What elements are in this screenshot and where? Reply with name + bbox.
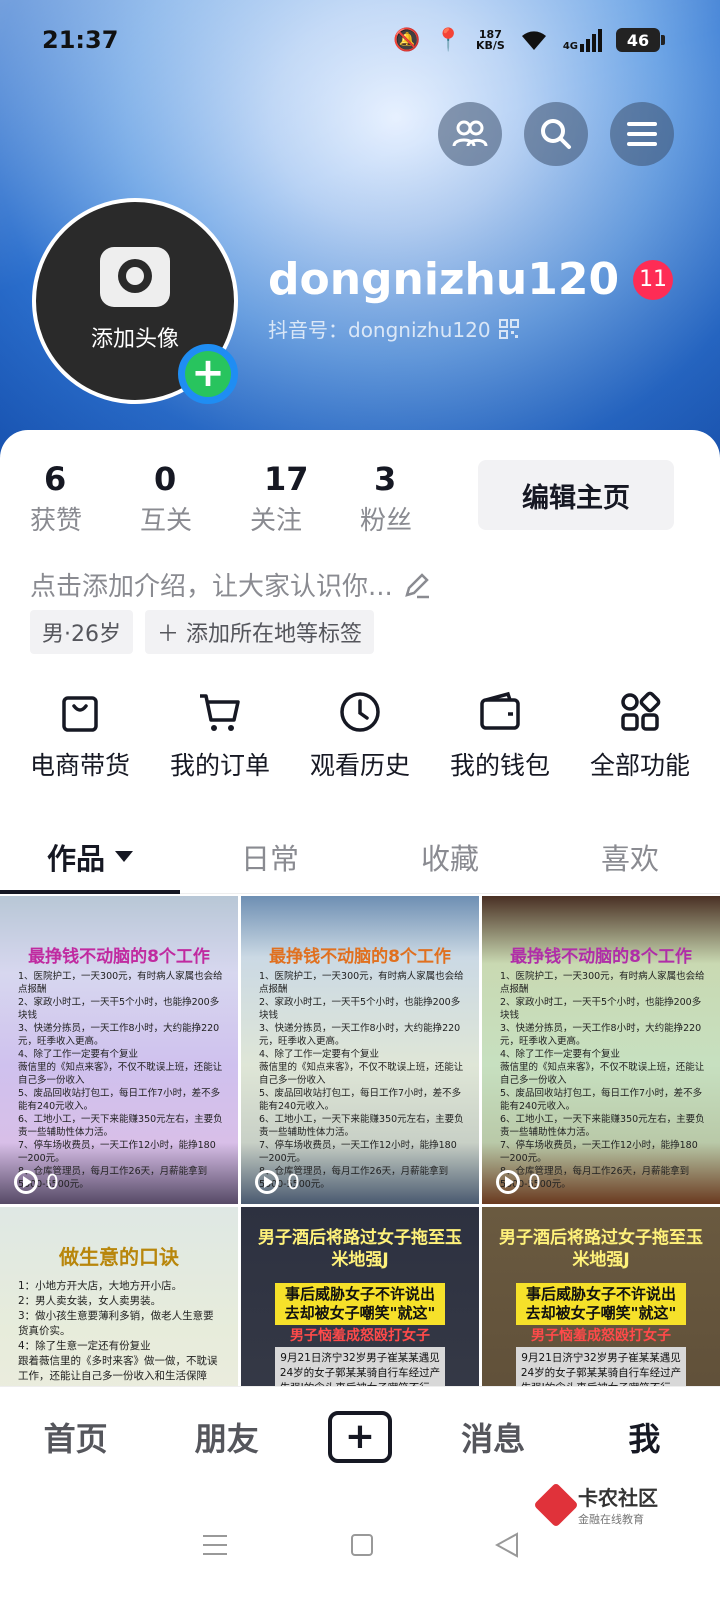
- location-icon: 📍: [434, 27, 462, 53]
- bio-field[interactable]: 点击添加介绍，让大家认识你...: [30, 566, 431, 603]
- content-tabs: 作品 日常 收藏 喜欢: [0, 820, 720, 894]
- notification-badge[interactable]: 11: [633, 259, 674, 300]
- wallet-icon: [480, 691, 520, 730]
- nav-home[interactable]: 首页: [26, 1414, 126, 1460]
- friends-button[interactable]: [438, 102, 502, 166]
- post-body-text: 1、医院护工，一天300元，有时病人家属也会给点报酬 2、家政小时工，一天干5个…: [18, 971, 223, 1190]
- qr-code-icon[interactable]: [498, 318, 519, 339]
- tab-likes[interactable]: 喜欢: [540, 820, 720, 893]
- tag-gender-age[interactable]: 男·26岁: [30, 610, 133, 654]
- edit-profile-button[interactable]: 编辑主页: [478, 460, 674, 530]
- add-location-tag-button[interactable]: ＋ 添加所在地等标签: [145, 610, 374, 654]
- search-button[interactable]: [524, 102, 588, 166]
- func-wallet[interactable]: 我的钱包: [433, 688, 567, 782]
- mute-bell-icon: 🔕: [393, 27, 421, 53]
- stats-row: 6 获赞 0 互关 17 关注 3 粉丝: [30, 460, 470, 537]
- stat-mutual[interactable]: 0 互关: [140, 460, 250, 537]
- menu-button[interactable]: [610, 102, 674, 166]
- post-thumbnail[interactable]: 最挣钱不动脑的8个工作 1、医院护工，一天300元，有时病人家属也会给点报酬 2…: [482, 896, 720, 1204]
- clock-icon: [340, 692, 380, 732]
- post-thumbnail[interactable]: 最挣钱不动脑的8个工作 1、医院护工，一天300元，有时病人家属也会给点报酬 2…: [241, 896, 479, 1204]
- camera-icon: [100, 247, 170, 307]
- stat-following[interactable]: 17 关注: [250, 460, 360, 537]
- status-bar: 21:37 🔕 📍 187 KB/S 4G 46: [42, 22, 665, 58]
- cart-icon: [200, 694, 240, 731]
- post-body-text: 1、医院护工，一天300元，有时病人家属也会给点报酬 2、家政小时工，一天干5个…: [259, 971, 464, 1190]
- func-ecommerce[interactable]: 电商带货: [13, 688, 147, 782]
- play-icon: [14, 1170, 38, 1194]
- home-icon[interactable]: [350, 1533, 374, 1557]
- signal-icon: 4G: [563, 28, 602, 52]
- func-history[interactable]: 观看历史: [293, 688, 427, 782]
- battery-icon: 46: [616, 28, 665, 52]
- wifi-icon: [521, 31, 546, 50]
- net-speed: 187 KB/S: [475, 28, 505, 52]
- bag-icon: [62, 696, 98, 732]
- nav-friends[interactable]: 朋友: [177, 1414, 277, 1460]
- username: dongnizhu120: [268, 254, 620, 305]
- caret-down-icon: [115, 851, 133, 862]
- grid-icon: [621, 691, 661, 731]
- avatar-label: 添加头像: [90, 327, 179, 352]
- function-row: 电商带货 我的订单 观看历史 我的钱包 全部功能: [0, 688, 720, 782]
- menu-icon: [627, 122, 657, 146]
- func-orders[interactable]: 我的订单: [153, 688, 287, 782]
- post-body-text: 1：小地方开大店，大地方开小店。 2：男人卖女装，女人卖男装。 3：做小孩生意要…: [18, 1280, 218, 1382]
- search-icon: [541, 119, 571, 149]
- friends-icon: [452, 120, 488, 147]
- tag-list: 男·26岁 ＋ 添加所在地等标签: [30, 610, 374, 654]
- play-count: 0: [496, 1170, 541, 1194]
- play-icon: [255, 1170, 279, 1194]
- back-icon[interactable]: [495, 1532, 519, 1558]
- add-avatar-button[interactable]: +: [178, 344, 238, 404]
- pencil-icon: [404, 572, 429, 598]
- func-all[interactable]: 全部功能: [573, 688, 707, 782]
- play-count: 0: [255, 1170, 300, 1194]
- plus-icon: +: [185, 351, 231, 397]
- play-icon: [496, 1170, 520, 1194]
- create-post-button[interactable]: +: [327, 1410, 392, 1463]
- nav-me[interactable]: 我: [594, 1414, 694, 1460]
- tab-daily[interactable]: 日常: [180, 820, 360, 893]
- tab-favorites[interactable]: 收藏: [360, 820, 540, 893]
- post-thumbnail[interactable]: 最挣钱不动脑的8个工作 1、医院护工，一天300元，有时病人家属也会给点报酬 2…: [0, 896, 238, 1204]
- douyin-id: 抖音号：dongnizhu120: [268, 318, 491, 342]
- play-count: 0: [14, 1170, 59, 1194]
- recent-apps-icon[interactable]: [201, 1533, 229, 1557]
- bottom-nav: 首页 朋友 + 消息 我: [0, 1386, 720, 1486]
- nav-messages[interactable]: 消息: [443, 1414, 543, 1460]
- post-body-text: 1、医院护工，一天300元，有时病人家属也会给点报酬 2、家政小时工，一天干5个…: [500, 971, 705, 1190]
- watermark-icon: [533, 1481, 579, 1528]
- tab-works[interactable]: 作品: [0, 820, 180, 894]
- watermark-logo: 卡农社区 金融在线教育: [533, 1481, 658, 1528]
- stat-likes[interactable]: 6 获赞: [30, 460, 140, 537]
- stat-followers[interactable]: 3 粉丝: [360, 460, 470, 537]
- status-time: 21:37: [42, 26, 119, 54]
